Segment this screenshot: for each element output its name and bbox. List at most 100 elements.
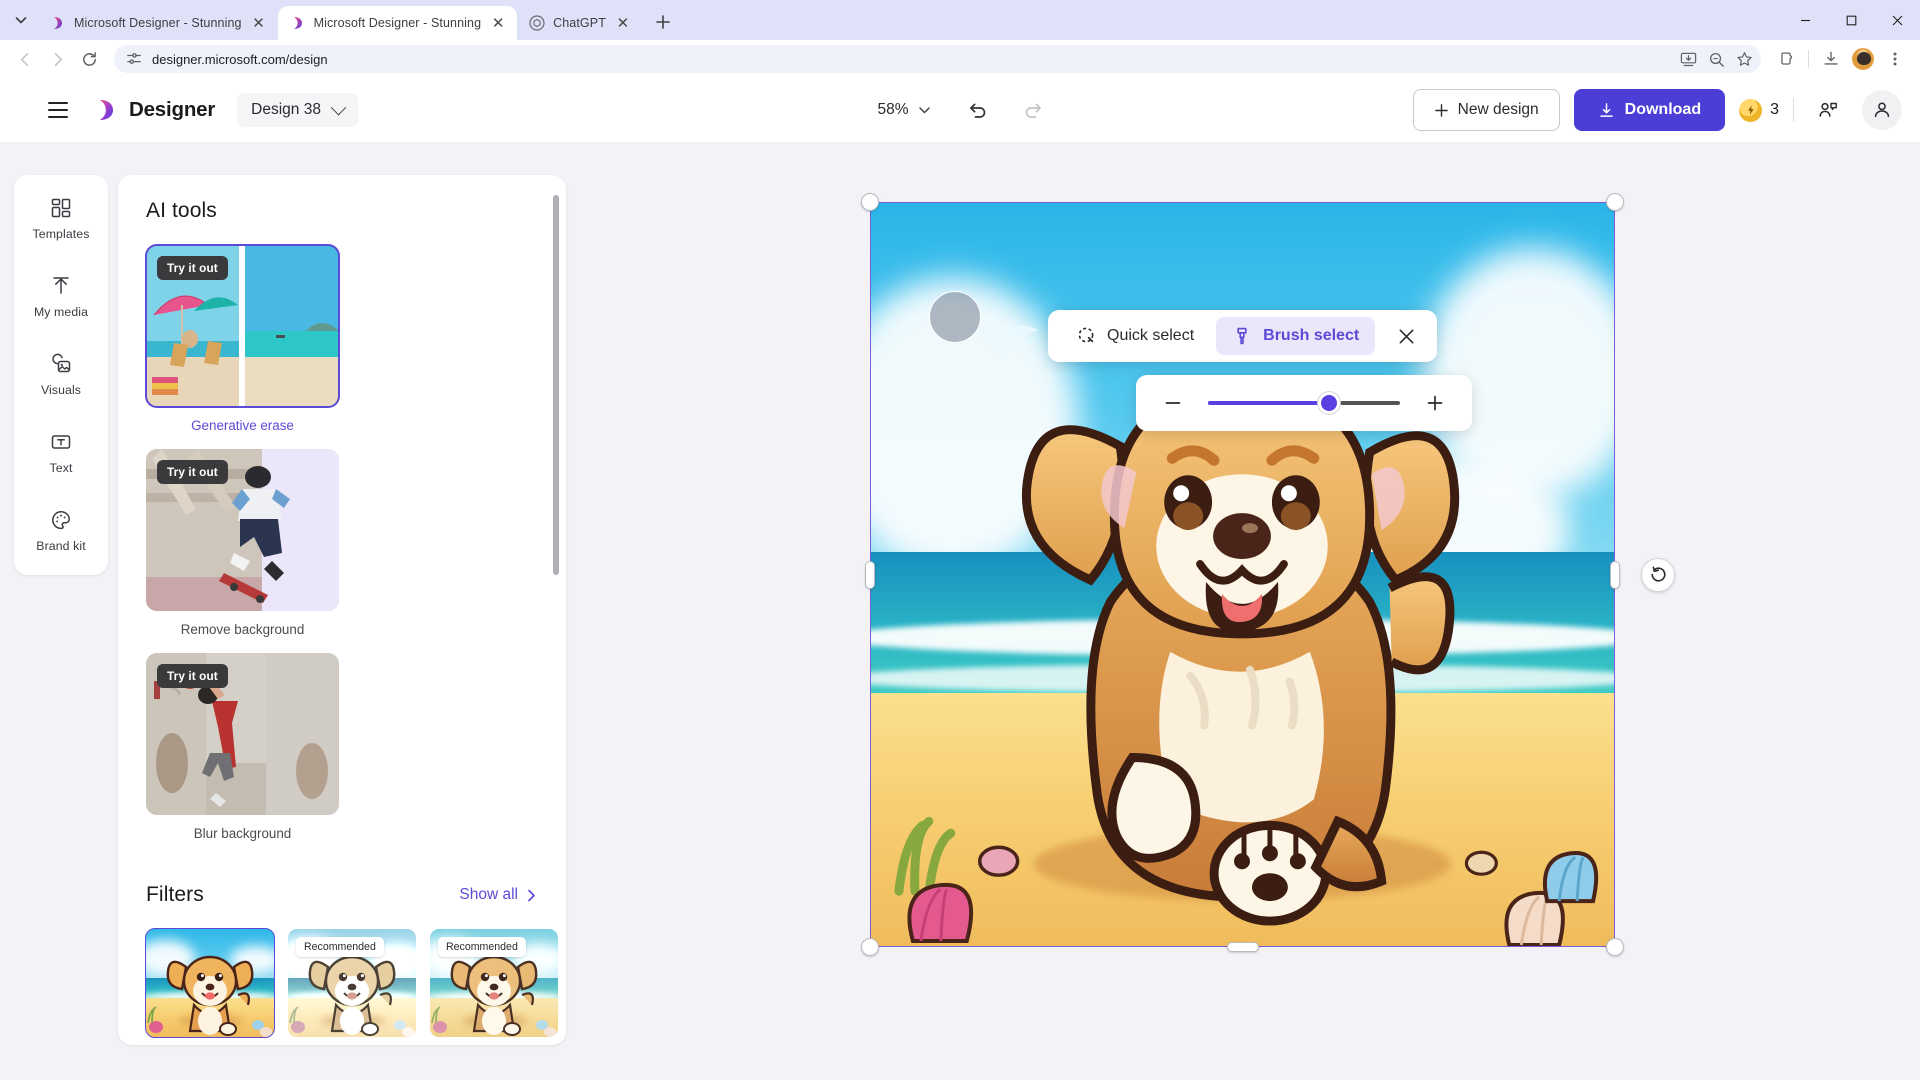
- ai-tool-thumbnail: Try it out: [146, 449, 339, 611]
- tab-search-icon[interactable]: [4, 3, 38, 37]
- account-icon[interactable]: [1862, 90, 1902, 130]
- ai-tool-label: Blur background: [193, 826, 292, 841]
- try-it-out-badge: Try it out: [157, 460, 228, 484]
- minus-icon[interactable]: [1156, 386, 1190, 420]
- filter-card-calm[interactable]: Recommended: [430, 929, 558, 1045]
- browser-tab-3[interactable]: ChatGPT ✕: [517, 6, 642, 40]
- header-divider: [1793, 98, 1794, 122]
- plus-icon: [1434, 103, 1448, 117]
- install-app-icon[interactable]: [1675, 46, 1701, 72]
- resize-handle-top-left[interactable]: [861, 193, 879, 211]
- site-settings-icon[interactable]: [126, 51, 142, 67]
- credits-badge[interactable]: 3: [1739, 98, 1779, 122]
- zoom-icon[interactable]: [1703, 46, 1729, 72]
- profile-avatar[interactable]: [1848, 44, 1878, 74]
- puppy-beach-thumb-normal: [146, 929, 274, 1037]
- show-all-filters-button[interactable]: Show all: [459, 886, 538, 904]
- downloads-icon[interactable]: [1816, 44, 1846, 74]
- close-icon[interactable]: [1387, 317, 1425, 355]
- new-design-label: New design: [1457, 101, 1539, 118]
- slider-track[interactable]: [1208, 395, 1400, 411]
- collaborate-icon[interactable]: [1808, 90, 1848, 130]
- zoom-control[interactable]: 58%: [869, 95, 938, 125]
- resize-handle-top-right[interactable]: [1606, 193, 1624, 211]
- text-box-icon: [50, 429, 72, 455]
- workspace: Templates My media Visuals Text Brand ki…: [0, 142, 1920, 1080]
- close-button[interactable]: [1874, 0, 1920, 40]
- forward-button[interactable]: [42, 44, 72, 74]
- filters-row: Normal Recommended: [145, 928, 558, 1045]
- tab-close-icon[interactable]: ✕: [250, 16, 268, 31]
- sidebar-item-text[interactable]: Text: [22, 423, 100, 481]
- left-rail: Templates My media Visuals Text Brand ki…: [14, 175, 108, 575]
- plus-icon[interactable]: [1418, 386, 1452, 420]
- browser-window: Microsoft Designer - Stunning ✕ Microsof…: [0, 0, 1920, 1080]
- address-bar[interactable]: designer.microsoft.com/design: [114, 45, 1761, 73]
- brush-select-label: Brush select: [1263, 327, 1360, 344]
- brush-cursor-circle: [929, 291, 981, 343]
- designer-icon: [54, 17, 62, 29]
- kebab-menu-icon[interactable]: [1880, 44, 1910, 74]
- header-center-tools: 58%: [869, 93, 1050, 127]
- side-panel: AI tools Try it out Generative erase Try…: [118, 175, 566, 1045]
- resize-handle-bottom-left[interactable]: [861, 938, 879, 956]
- quick-select-button[interactable]: Quick select: [1060, 317, 1210, 355]
- download-button[interactable]: Download: [1573, 89, 1726, 131]
- tab-title: Microsoft Designer - Stunning: [313, 16, 482, 30]
- chevron-down-icon: [330, 99, 347, 115]
- chevron-down-icon: [919, 107, 930, 114]
- resize-handle-bottom[interactable]: [1226, 942, 1259, 952]
- sidebar-item-my-media[interactable]: My media: [22, 267, 100, 325]
- browser-toolbar: designer.microsoft.com/design: [0, 40, 1920, 78]
- app-header: Designer Design 38 58% New design Downlo…: [0, 78, 1920, 142]
- sidebar-item-label: Visuals: [40, 383, 82, 397]
- palette-icon: [50, 507, 72, 533]
- minimize-button[interactable]: [1782, 0, 1828, 40]
- redo-button[interactable]: [1017, 93, 1051, 127]
- ai-tool-card-generative-erase[interactable]: Try it out Generative erase: [145, 244, 340, 433]
- credit-coin-icon: [1739, 98, 1763, 122]
- tab-close-icon[interactable]: ✕: [614, 16, 632, 31]
- resize-handle-bottom-right[interactable]: [1606, 938, 1624, 956]
- side-panel-content: AI tools Try it out Generative erase Try…: [118, 175, 566, 1045]
- new-design-button[interactable]: New design: [1412, 89, 1560, 131]
- brand[interactable]: Designer: [94, 97, 215, 123]
- resize-handle-left[interactable]: [865, 560, 875, 589]
- extensions-icon[interactable]: [1771, 44, 1801, 74]
- sidebar-item-visuals[interactable]: Visuals: [22, 345, 100, 403]
- ai-tool-card-blur-background[interactable]: Try it out Blur background: [146, 653, 339, 841]
- sidebar-item-label: Templates: [32, 227, 90, 241]
- try-it-out-badge: Try it out: [157, 664, 228, 688]
- back-button[interactable]: [10, 44, 40, 74]
- chevron-right-icon: [528, 889, 535, 901]
- undo-button[interactable]: [961, 93, 995, 127]
- resize-handle-right[interactable]: [1610, 560, 1620, 589]
- window-controls: [1782, 0, 1920, 40]
- maximize-button[interactable]: [1828, 0, 1874, 40]
- filter-card-normal[interactable]: Normal: [145, 928, 275, 1045]
- bookmark-star-icon[interactable]: [1731, 46, 1757, 72]
- download-icon: [1599, 102, 1613, 117]
- browser-tab-2[interactable]: Microsoft Designer - Stunning ✕: [277, 6, 518, 40]
- reload-button[interactable]: [74, 44, 104, 74]
- slider-thumb[interactable]: [1320, 395, 1337, 411]
- omnibox-actions: [1675, 45, 1757, 73]
- brush-size-slider[interactable]: [1136, 375, 1472, 431]
- browser-tabstrip: Microsoft Designer - Stunning ✕ Microsof…: [0, 0, 1920, 40]
- browser-tab-1[interactable]: Microsoft Designer - Stunning ✕: [38, 6, 278, 40]
- sidebar-item-brand-kit[interactable]: Brand kit: [22, 501, 100, 559]
- tab-close-icon[interactable]: ✕: [489, 16, 507, 31]
- quick-select-label: Quick select: [1107, 327, 1195, 344]
- filter-card-punch[interactable]: Recommended: [288, 929, 416, 1045]
- hamburger-icon[interactable]: [40, 92, 76, 128]
- brush-icon: [1237, 327, 1247, 345]
- sidebar-item-templates[interactable]: Templates: [22, 189, 100, 247]
- filter-thumbnail: [145, 928, 275, 1038]
- document-name-chip[interactable]: Design 38: [237, 93, 358, 127]
- panel-scrollbar[interactable]: [553, 195, 559, 575]
- ai-tool-thumbnail: Try it out: [145, 244, 340, 408]
- ai-tool-card-remove-background[interactable]: Try it out Remove background: [146, 449, 339, 637]
- new-tab-button[interactable]: [648, 7, 678, 37]
- brush-select-button[interactable]: Brush select: [1216, 317, 1376, 355]
- rotate-icon[interactable]: [1641, 557, 1675, 592]
